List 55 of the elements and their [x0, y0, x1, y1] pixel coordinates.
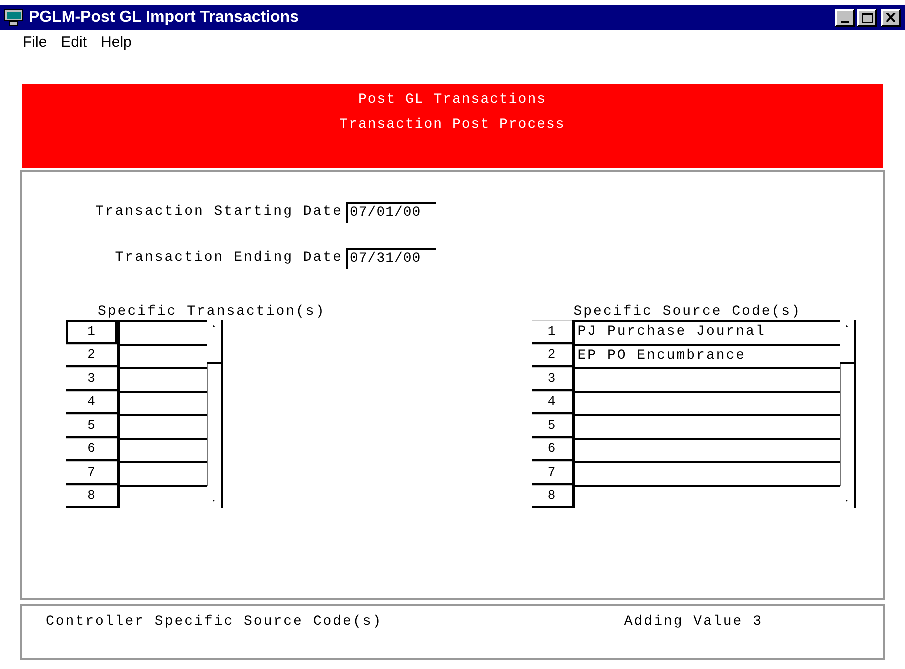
row-input-field[interactable] — [572, 390, 840, 414]
row-number-button[interactable]: 3 — [66, 367, 117, 390]
list-title: Specific Transaction(s) — [98, 304, 326, 320]
menu-item[interactable]: File — [22, 32, 48, 54]
row-number-button[interactable]: 8 — [532, 484, 572, 508]
row-input-field[interactable] — [572, 484, 840, 508]
header-title: Post GL Transactions — [358, 91, 547, 110]
row-input-field[interactable] — [117, 344, 207, 367]
row-number-button[interactable]: 4 — [532, 390, 572, 414]
row-input-field[interactable] — [117, 390, 207, 414]
row-number-button[interactable]: 5 — [532, 414, 572, 438]
row-number-button[interactable]: 1 — [532, 320, 572, 344]
row-input-field[interactable]: EP PO Encumbrance — [572, 344, 840, 367]
row-number-button[interactable]: 2 — [66, 344, 117, 367]
maximize-icon — [862, 12, 872, 22]
row-number-button[interactable]: 7 — [532, 461, 572, 484]
scrollbar[interactable] — [840, 320, 856, 508]
scrollbar[interactable] — [207, 320, 223, 508]
menu-item[interactable]: Edit — [60, 32, 88, 54]
row-input-field[interactable] — [572, 461, 840, 484]
list-title: Specific Source Code(s) — [574, 304, 802, 320]
row-number-button[interactable]: 4 — [66, 390, 117, 414]
header-title: Transaction Post Process — [340, 116, 566, 135]
row-number-button[interactable]: 2 — [532, 344, 572, 367]
status-text: Controller Specific Source Code(s) — [46, 613, 383, 632]
close-icon — [886, 13, 896, 22]
row-number-button[interactable]: 6 — [532, 438, 572, 461]
minimize-button[interactable] — [835, 8, 855, 26]
row-input-field[interactable] — [572, 367, 840, 390]
row-input-field[interactable] — [117, 320, 207, 344]
row-input-field[interactable] — [572, 438, 840, 461]
row-number-button[interactable]: 3 — [532, 367, 572, 390]
minimize-icon — [841, 20, 849, 22]
row-input-field[interactable] — [117, 484, 207, 508]
field-label: Transaction Ending Date — [115, 249, 343, 268]
row-input-field[interactable]: PJ Purchase Journal — [572, 320, 840, 344]
row-input-field[interactable] — [117, 438, 207, 461]
row-number-button[interactable]: 7 — [66, 461, 117, 484]
row-number-button[interactable]: 5 — [66, 414, 117, 438]
close-button[interactable] — [881, 8, 901, 26]
window-title: PGLM-Post GL Import Transactions — [29, 8, 299, 28]
row-number-button[interactable]: 1 — [66, 320, 117, 344]
date-field[interactable]: 07/01/00 — [346, 202, 436, 223]
field-label: Transaction Starting Date — [95, 203, 343, 222]
date-field[interactable]: 07/31/00 — [346, 248, 436, 269]
row-input-field[interactable] — [117, 367, 207, 390]
menu-item[interactable]: Help — [100, 32, 133, 54]
row-input-field[interactable] — [117, 461, 207, 484]
maximize-button[interactable] — [857, 8, 877, 26]
row-input-field[interactable] — [117, 414, 207, 438]
row-number-button[interactable]: 8 — [66, 484, 117, 508]
status-text: Adding Value 3 — [624, 613, 763, 632]
computer-icon — [4, 8, 24, 26]
row-input-field[interactable] — [572, 414, 840, 438]
row-number-button[interactable]: 6 — [66, 438, 117, 461]
